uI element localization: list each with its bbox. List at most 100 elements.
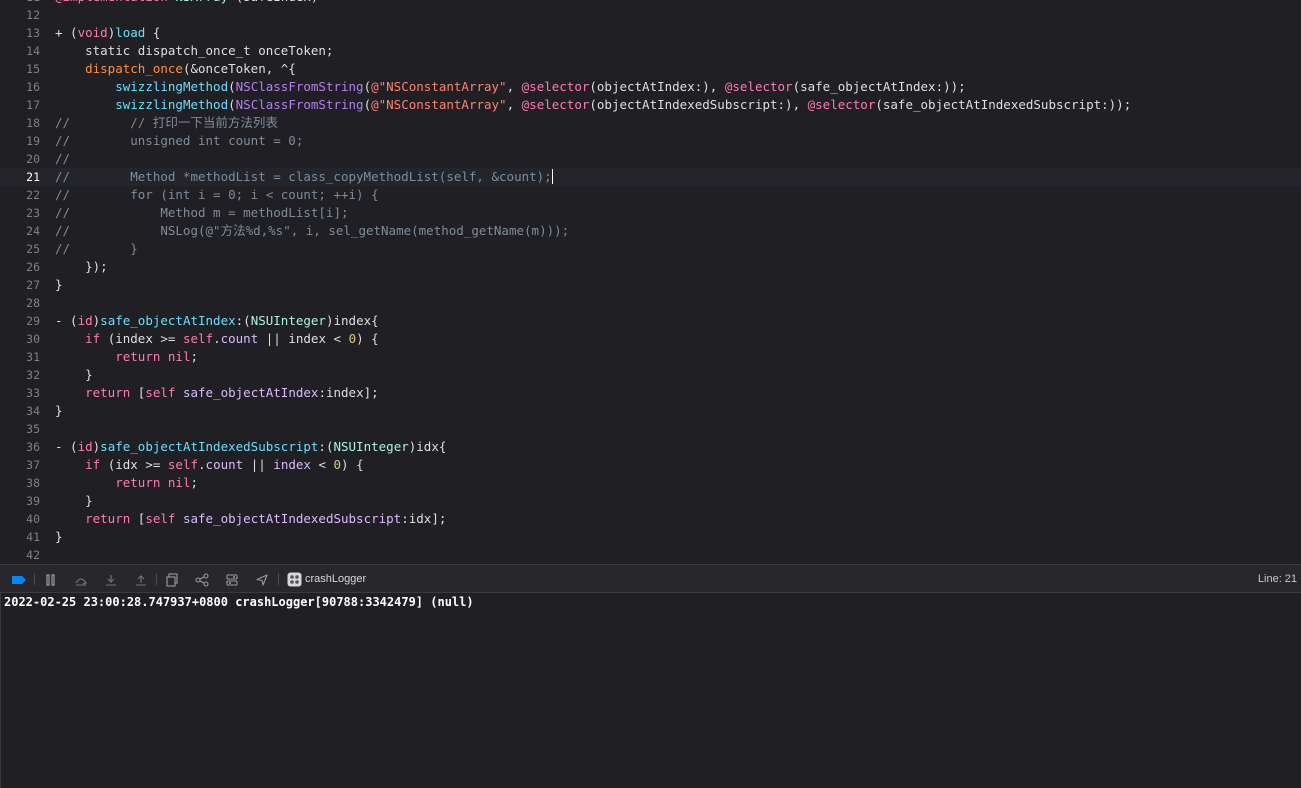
code-line[interactable]: 16 swizzlingMethod(NSClassFromString(@"N… [0, 78, 1301, 96]
line-number[interactable]: 19 [0, 132, 40, 150]
line-number[interactable]: 24 [0, 222, 40, 240]
line-number[interactable]: 41 [0, 528, 40, 546]
code-token: return [115, 349, 161, 364]
code-line[interactable]: 27} [0, 276, 1301, 294]
code-token: id [77, 439, 93, 454]
code-line[interactable]: 38 return nil; [0, 474, 1301, 492]
code-token: // Method *methodList = class_copyMethod… [55, 169, 552, 184]
code-line[interactable]: 33 return [self safe_objectAtIndex:index… [0, 384, 1301, 402]
line-number[interactable]: 42 [0, 546, 40, 564]
line-number[interactable]: 30 [0, 330, 40, 348]
source-editor[interactable]: 11@implementation NSArray (safeIndex)121… [0, 0, 1301, 564]
line-number[interactable]: 35 [0, 420, 40, 438]
line-number[interactable]: 16 [0, 78, 40, 96]
code-token: self [145, 385, 176, 400]
code-line[interactable]: 30 if (index >= self.count || index < 0)… [0, 330, 1301, 348]
code-line[interactable]: 40 return [self safe_objectAtIndexedSubs… [0, 510, 1301, 528]
code-line[interactable]: 17 swizzlingMethod(NSClassFromString(@"N… [0, 96, 1301, 114]
code-token: @selector [521, 79, 590, 94]
line-number[interactable]: 13 [0, 24, 40, 42]
code-token: < [310, 457, 334, 472]
code-token: // // 打印一下当前方法列表 [55, 115, 278, 130]
line-number[interactable]: 18 [0, 114, 40, 132]
code-text: dispatch_once(&onceToken, ^{ [55, 60, 296, 78]
code-line[interactable]: 26 }); [0, 258, 1301, 276]
code-line[interactable]: 24 // NSLog(@"方法%d,%s", i, sel_getName(me… [0, 222, 1301, 240]
debug-bar: crashLogger Line: 21 [0, 564, 1301, 593]
line-number[interactable]: 39 [0, 492, 40, 510]
line-number[interactable]: 34 [0, 402, 40, 420]
line-number[interactable]: 38 [0, 474, 40, 492]
code-line[interactable]: 13 + (void)load { [0, 24, 1301, 42]
code-line[interactable]: 35 [0, 420, 1301, 438]
code-token: static dispatch_once_t onceToken; [55, 43, 334, 58]
line-number[interactable]: 31 [0, 348, 40, 366]
line-number[interactable]: 32 [0, 366, 40, 384]
code-line[interactable]: 18 // // 打印一下当前方法列表 [0, 114, 1301, 132]
line-number[interactable]: 14 [0, 42, 40, 60]
code-line[interactable]: 39 } [0, 492, 1301, 510]
code-line[interactable]: 28 [0, 294, 1301, 312]
code-line[interactable]: 32 } [0, 366, 1301, 384]
line-number[interactable]: 27 [0, 276, 40, 294]
line-number[interactable]: 36 [0, 438, 40, 456]
code-line[interactable]: 22 // for (int i = 0; i < count; ++i) { [0, 186, 1301, 204]
memory-graph-icon[interactable] [191, 565, 213, 594]
code-token: return [85, 385, 131, 400]
step-into-icon[interactable] [100, 565, 122, 594]
code-token: return [85, 511, 131, 526]
code-token: // Method m = methodList[i]; [55, 205, 349, 220]
simulate-location-icon[interactable] [251, 565, 273, 594]
debug-console[interactable]: 2022-02-25 23:00:28.747937+0800 crashLog… [0, 593, 1301, 788]
line-number[interactable]: 28 [0, 294, 40, 312]
code-text: // for (int i = 0; i < count; ++i) { [55, 186, 379, 204]
code-line[interactable]: 29 - (id)safe_objectAtIndex:(NSUInteger)i… [0, 312, 1301, 330]
line-number[interactable]: 29 [0, 312, 40, 330]
line-number[interactable]: 25 [0, 240, 40, 258]
code-line[interactable]: 34} [0, 402, 1301, 420]
breakpoints-toggle-icon[interactable] [8, 565, 30, 594]
code-text: } [55, 528, 63, 546]
line-number[interactable]: 23 [0, 204, 40, 222]
code-line[interactable]: 25 // } [0, 240, 1301, 258]
code-line[interactable]: 14 static dispatch_once_t onceToken; [0, 42, 1301, 60]
code-line-current[interactable]: 21 // Method *methodList = class_copyMeth… [0, 168, 1301, 186]
code-text: // unsigned int count = 0; [55, 132, 303, 150]
code-line[interactable]: 15 dispatch_once(&onceToken, ^{ [0, 60, 1301, 78]
toolbar-separator [156, 573, 157, 585]
code-line[interactable]: 23 // Method m = methodList[i]; [0, 204, 1301, 222]
line-number[interactable]: 40 [0, 510, 40, 528]
code-line[interactable]: 41} [0, 528, 1301, 546]
line-number[interactable]: 21 [0, 168, 40, 186]
code-line[interactable]: 20 // [0, 150, 1301, 168]
code-token: (index >= [100, 331, 183, 346]
line-number[interactable]: 26 [0, 258, 40, 276]
code-line[interactable]: 12 [0, 6, 1301, 24]
line-number[interactable]: 12 [0, 6, 40, 24]
line-number[interactable]: 15 [0, 60, 40, 78]
line-number[interactable]: 17 [0, 96, 40, 114]
process-name[interactable]: crashLogger [305, 565, 366, 594]
code-line[interactable]: 36 - (id)safe_objectAtIndexedSubscript:(N… [0, 438, 1301, 456]
step-out-icon[interactable] [130, 565, 152, 594]
line-number[interactable]: 20 [0, 150, 40, 168]
code-text: return [self safe_objectAtIndexedSubscri… [55, 510, 446, 528]
line-number[interactable]: 37 [0, 456, 40, 474]
line-number[interactable]: 33 [0, 384, 40, 402]
step-over-icon[interactable] [70, 565, 92, 594]
code-line[interactable]: 19 // unsigned int count = 0; [0, 132, 1301, 150]
code-token: { [145, 25, 161, 40]
pause-icon[interactable] [40, 565, 62, 594]
code-token: if [85, 457, 101, 472]
code-line[interactable]: 42 [0, 546, 1301, 564]
code-line[interactable]: 31 return nil; [0, 348, 1301, 366]
code-line[interactable]: 37 if (idx >= self.count || index < 0) { [0, 456, 1301, 474]
code-token: self [182, 331, 214, 346]
view-hierarchy-icon[interactable] [161, 565, 183, 594]
environment-overrides-icon[interactable] [221, 565, 243, 594]
code-token: // [55, 151, 71, 166]
code-token: (idx >= [100, 457, 168, 472]
line-number[interactable]: 22 [0, 186, 40, 204]
app-process-icon [283, 565, 305, 594]
code-token: , [506, 97, 522, 112]
